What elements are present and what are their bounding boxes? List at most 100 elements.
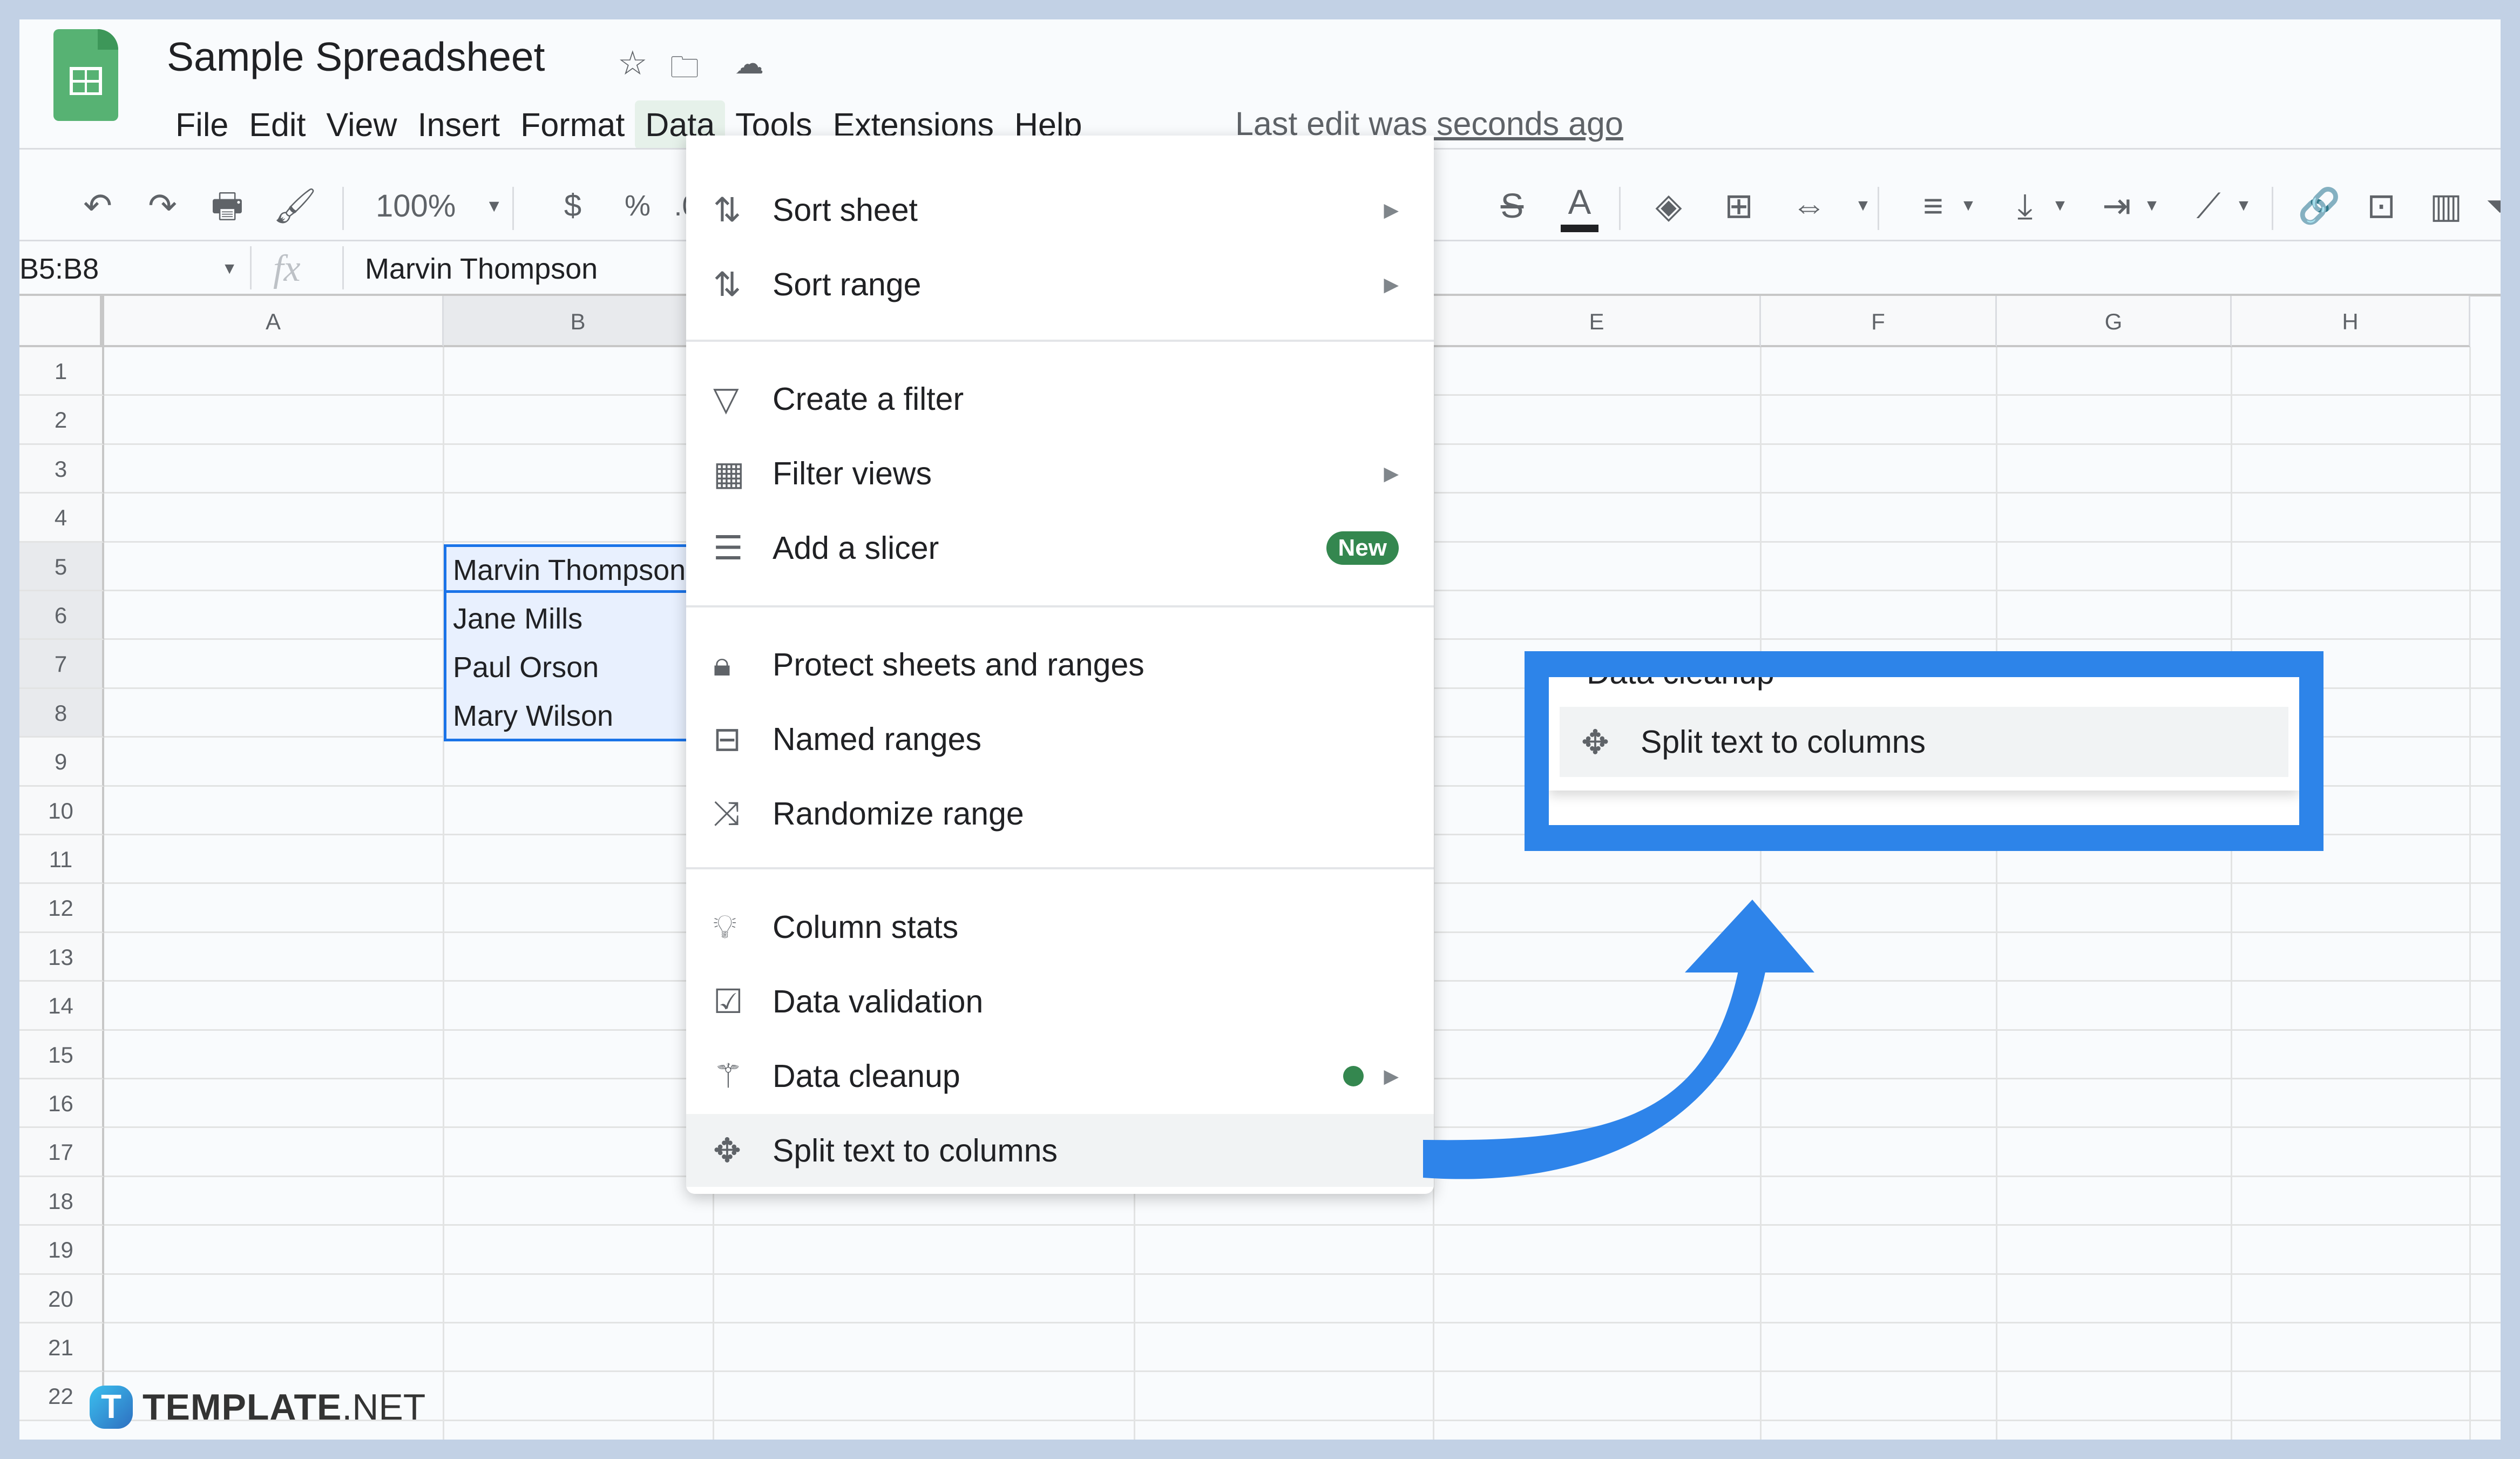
menu-item-label: Data validation [773, 983, 984, 1019]
star-icon[interactable]: ☆ [618, 43, 648, 83]
shuffle-icon: ⤨ [713, 794, 740, 832]
row-header-1[interactable]: 1 [19, 347, 104, 396]
split-columns-icon: ✥ [713, 1132, 741, 1170]
menu-item-protect-sheets[interactable]: 🔒︎ Protect sheets and ranges [686, 628, 1434, 701]
insert-comment-icon[interactable]: ⊡ [2362, 181, 2400, 230]
menu-item-label: Create a filter [773, 381, 964, 417]
insert-chart-icon[interactable]: ▥ [2427, 181, 2465, 230]
vertical-align-icon[interactable]: ⤓ [2006, 181, 2044, 230]
merge-cells-icon[interactable]: ⇔ [1790, 181, 1828, 230]
toolbar-separator [1878, 187, 1879, 230]
menu-item-add-slicer[interactable]: ☰ Add a slicer New [686, 511, 1434, 584]
text-wrap-icon[interactable]: ⇥ [2098, 181, 2136, 230]
row-header-2[interactable]: 2 [19, 396, 104, 445]
chevron-down-icon[interactable]: ▼ [2041, 181, 2079, 230]
column-header-h[interactable]: H [2232, 296, 2470, 347]
data-validation-icon: ☑ [713, 983, 743, 1021]
row-header-13[interactable]: 13 [19, 933, 104, 982]
row-header-12[interactable]: 12 [19, 884, 104, 933]
row-header-9[interactable]: 9 [19, 738, 104, 787]
slicer-icon: ☰ [713, 530, 743, 567]
row-header-8[interactable]: 8 [19, 688, 104, 738]
column-header-e[interactable]: E [1434, 296, 1761, 347]
toolbar-separator [342, 187, 344, 230]
row-header-10[interactable]: 10 [19, 786, 104, 835]
paint-format-icon[interactable]: 🖌 [273, 181, 317, 230]
callout-label: Split text to columns [1641, 724, 1926, 760]
horizontal-align-icon[interactable]: ≡ [1914, 181, 1952, 230]
percent-format-button[interactable]: % [619, 181, 656, 230]
cloud-status-icon[interactable]: ☁ [735, 46, 764, 80]
formula-input[interactable]: Marvin Thompson [365, 242, 598, 296]
menu-item-data-validation[interactable]: ☑ Data validation [686, 965, 1434, 1038]
row-header-14[interactable]: 14 [19, 982, 104, 1031]
column-header-b[interactable]: B [444, 296, 714, 347]
strikethrough-icon[interactable]: S [1493, 181, 1531, 230]
menu-view[interactable]: View [316, 100, 407, 149]
menu-item-split-text-to-columns[interactable]: ✥ Split text to columns [686, 1114, 1434, 1187]
row-header-16[interactable]: 16 [19, 1079, 104, 1129]
currency-format-button[interactable]: $ [554, 181, 592, 230]
row-header-3[interactable]: 3 [19, 444, 104, 494]
row-header-18[interactable]: 18 [19, 1177, 104, 1226]
menu-item-filter-views[interactable]: ▦ Filter views ▶ [686, 437, 1434, 510]
row-header-4[interactable]: 4 [19, 494, 104, 543]
row-header-6[interactable]: 6 [19, 591, 104, 640]
submenu-arrow-icon: ▶ [1384, 198, 1399, 221]
zoom-select[interactable]: 100% ▼ [376, 176, 503, 235]
menu-item-randomize-range[interactable]: ⤨ Randomize range [686, 777, 1434, 850]
menu-item-sort-sheet[interactable]: ⇅ Sort sheet ▶ [686, 173, 1434, 246]
template-logo-icon: T [90, 1386, 133, 1429]
submenu-arrow-icon: ▶ [1384, 273, 1399, 295]
toolbar-separator [1619, 187, 1621, 230]
move-to-folder-icon[interactable]: 🗀 [670, 46, 699, 96]
row-header-21[interactable]: 21 [19, 1323, 104, 1373]
insert-link-icon[interactable]: 🔗 [2298, 181, 2341, 230]
callout-menu-fragment: Data cleanup ✥ Split text to columns [1549, 677, 2299, 791]
row-header-15[interactable]: 15 [19, 1030, 104, 1079]
menu-item-data-cleanup[interactable]: ⚚ Data cleanup ▶ [686, 1039, 1434, 1112]
row-header-17[interactable]: 17 [19, 1128, 104, 1177]
chevron-down-icon[interactable]: ▼ [1844, 181, 1882, 230]
redo-icon[interactable]: ↷ [144, 181, 181, 230]
document-title[interactable]: Sample Spreadsheet [167, 33, 545, 80]
menu-format[interactable]: Format [510, 100, 635, 149]
text-rotation-icon[interactable]: ⟋ [2190, 181, 2227, 230]
menu-item-label: Split text to columns [773, 1132, 1058, 1168]
filter-icon[interactable]: ⏷ [2481, 181, 2501, 230]
row-header-5[interactable]: 5 [19, 542, 104, 591]
sort-icon: ⇅ [713, 266, 741, 303]
menu-item-sort-range[interactable]: ⇅ Sort range ▶ [686, 248, 1434, 321]
chevron-down-icon[interactable]: ▼ [1949, 181, 1987, 230]
column-header-g[interactable]: G [1997, 296, 2232, 347]
menu-file[interactable]: File [165, 100, 239, 149]
menu-item-named-ranges[interactable]: ⊟ Named ranges [686, 703, 1434, 775]
data-menu: ⇅ Sort sheet ▶ ⇅ Sort range ▶ ▽ Create a… [686, 136, 1434, 1194]
gridline [104, 1322, 2501, 1323]
menu-item-column-stats[interactable]: 💡︎ Column stats [686, 890, 1434, 963]
chevron-down-icon[interactable]: ▼ [2133, 181, 2171, 230]
watermark-domain: .NET [342, 1387, 426, 1428]
menu-item-label: Randomize range [773, 795, 1024, 832]
undo-icon[interactable]: ↶ [79, 181, 117, 230]
pointer-arrow [1423, 900, 1814, 1179]
column-header-f[interactable]: F [1761, 296, 1997, 347]
print-icon[interactable]: 🖶 [208, 181, 246, 230]
fill-color-icon[interactable]: ◈ [1650, 181, 1688, 230]
row-header-7[interactable]: 7 [19, 640, 104, 689]
arrow-shaft [1423, 954, 1769, 1179]
menu-edit[interactable]: Edit [239, 100, 316, 149]
chevron-down-icon[interactable]: ▼ [2225, 181, 2262, 230]
text-color-icon[interactable]: A [1561, 181, 1598, 232]
gridline [104, 1419, 2501, 1421]
row-header-20[interactable]: 20 [19, 1274, 104, 1323]
menu-insert[interactable]: Insert [408, 100, 511, 149]
name-box[interactable]: B5:B8 ▼ [19, 242, 241, 296]
borders-icon[interactable]: ⊞ [1720, 181, 1758, 230]
select-all-corner[interactable] [19, 296, 104, 347]
row-header-11[interactable]: 11 [19, 835, 104, 884]
menu-item-create-filter[interactable]: ▽ Create a filter [686, 362, 1434, 435]
row-header-19[interactable]: 19 [19, 1226, 104, 1275]
column-header-a[interactable]: A [104, 296, 444, 347]
sheets-logo-icon[interactable] [53, 29, 118, 121]
